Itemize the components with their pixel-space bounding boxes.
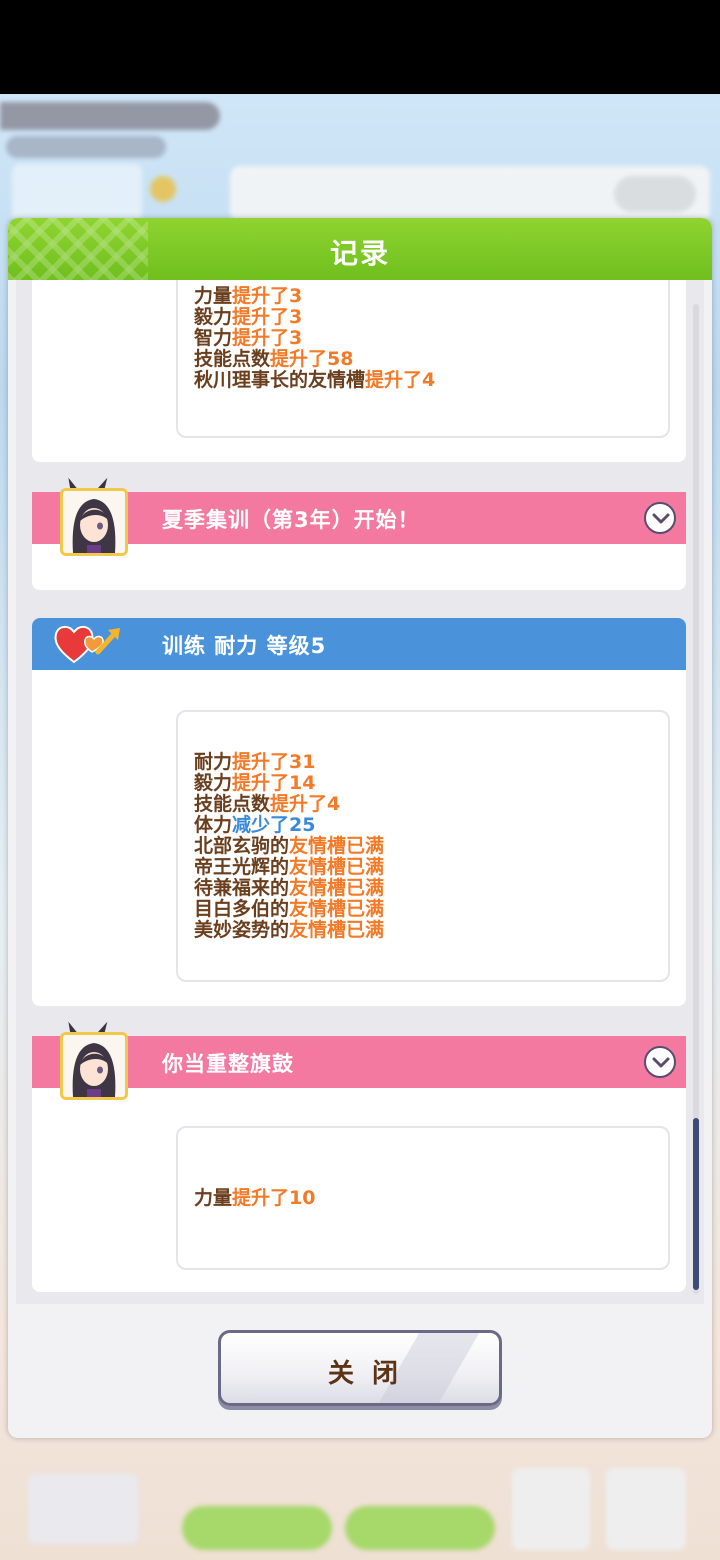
log-entry-title: 训练 耐力 等级5 [162,634,327,658]
heart-up-icon [54,626,120,664]
log-line: 力量提升了10 [194,1187,316,1209]
chevron-down-icon[interactable] [644,502,676,534]
log-line: 北部玄驹的友情槽已满 [194,835,385,857]
log-line: 毅力提升了3 [194,306,303,328]
log-entry-details: 力量提升了3 毅力提升了3 智力提升了3 技能点数提升了58 秋川理事长的友情槽… [176,280,670,438]
log-line: 技能点数提升了58 [194,348,354,370]
log-line: 帝王光辉的友情槽已满 [194,856,385,878]
log-line: 体力减少了25 [194,814,316,836]
log-entry-header[interactable]: 你当重整旗鼓 [32,1036,686,1088]
log-line: 智力提升了3 [194,327,303,349]
avatar [60,1032,128,1100]
log-entry-details: 耐力提升了31 毅力提升了14 技能点数提升了4 体力减少了25 北部玄驹的友情… [176,710,670,982]
log-line: 力量提升了3 [194,285,303,307]
log-line: 秋川理事长的友情槽提升了4 [194,369,436,391]
status-bar [0,0,720,94]
log-line: 耐力提升了31 [194,751,316,773]
log-entry-title: 你当重整旗鼓 [162,1052,294,1076]
dialog-header: 记录 [8,218,712,280]
close-button-label: 关闭 [327,1359,416,1389]
log-line: 技能点数提升了4 [194,793,341,815]
log-entry-details: 力量提升了10 [176,1126,670,1270]
log-entry: 耐力提升了31 毅力提升了14 技能点数提升了4 体力减少了25 北部玄驹的友情… [32,618,686,1006]
dialog-title: 记录 [329,237,390,270]
log-entry-header: 训练 耐力 等级5 [32,618,686,670]
chevron-down-icon[interactable] [644,1046,676,1078]
log-line: 美妙姿势的友情槽已满 [194,919,385,941]
log-line: 待兼福来的友情槽已满 [194,877,385,899]
log-dialog: 记录 力量提升了3 毅力提升了3 智力提升了3 技能点数提升了58 秋川理事长的… [8,218,712,1438]
background-top-panel [0,94,720,224]
scrollbar-thumb[interactable] [693,1118,699,1290]
close-button[interactable]: 关闭 [218,1330,502,1408]
log-entry-title: 夏季集训（第3年）开始！ [162,508,420,532]
log-line: 目白多伯的友情槽已满 [194,898,385,920]
log-line: 毅力提升了14 [194,772,316,794]
avatar [60,488,128,556]
log-list[interactable]: 力量提升了3 毅力提升了3 智力提升了3 技能点数提升了58 秋川理事长的友情槽… [16,280,704,1304]
background-bottom-bar [0,1444,720,1560]
log-entry-header[interactable]: 夏季集训（第3年）开始！ [32,492,686,544]
log-entry: 力量提升了3 毅力提升了3 智力提升了3 技能点数提升了58 秋川理事长的友情槽… [32,280,686,462]
